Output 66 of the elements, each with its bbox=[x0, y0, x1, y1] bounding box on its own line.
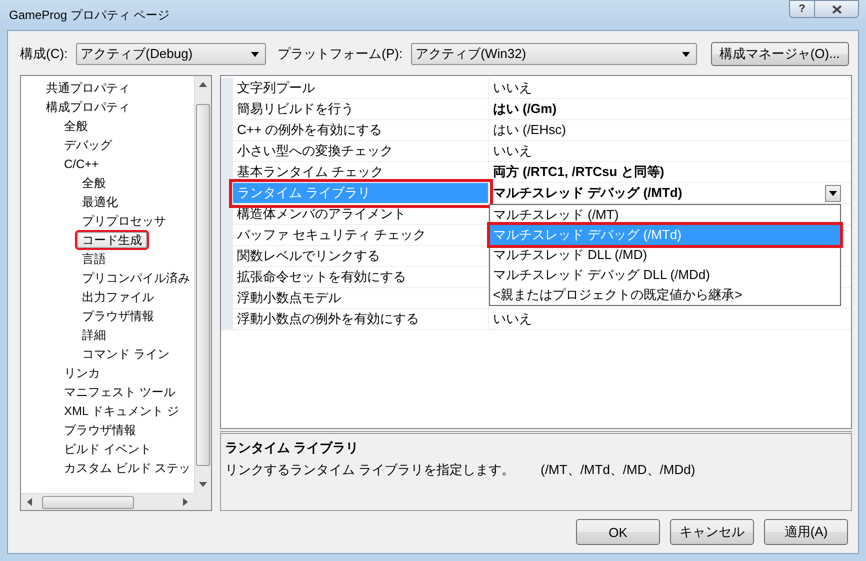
dropdown-option[interactable]: マルチスレッド デバッグ DLL (/MDd) bbox=[490, 265, 840, 285]
tree-item[interactable]: XML ドキュメント ジ bbox=[59, 402, 184, 418]
close-icon bbox=[832, 4, 842, 14]
tree-item[interactable]: プリプロセッサ bbox=[77, 212, 171, 228]
horizontal-scrollbar[interactable] bbox=[21, 493, 194, 510]
tree-item[interactable]: ブラウザ情報 bbox=[59, 422, 141, 438]
tree-item[interactable]: 詳細 bbox=[77, 326, 111, 342]
dropdown-option[interactable]: マルチスレッド DLL (/MD) bbox=[490, 245, 840, 265]
tree-item[interactable]: 最適化 bbox=[77, 194, 123, 210]
tree-item[interactable]: マニフェスト ツール bbox=[59, 384, 180, 400]
tree-item[interactable]: C/C++ bbox=[59, 156, 104, 172]
dropdown-option[interactable]: マルチスレッド (/MT) bbox=[490, 205, 840, 225]
dialog-button[interactable]: 適用(A) bbox=[764, 519, 848, 545]
scroll-up-icon bbox=[199, 82, 207, 87]
tree-item[interactable]: 出力ファイル bbox=[77, 288, 159, 304]
dialog-button[interactable]: キャンセル bbox=[670, 519, 754, 545]
tree-item[interactable]: コマンド ライン bbox=[77, 346, 174, 362]
caret-icon bbox=[829, 190, 837, 196]
help-button[interactable]: ? bbox=[789, 0, 815, 18]
row-gutter bbox=[221, 78, 233, 99]
property-name[interactable]: 拡張命令セットを有効にする bbox=[233, 267, 489, 288]
scroll-right-icon bbox=[183, 498, 188, 506]
tree-item[interactable]: 全般 bbox=[59, 118, 93, 134]
dropdown-button[interactable] bbox=[825, 184, 841, 202]
tree-item[interactable]: 共通プロパティ bbox=[41, 80, 135, 96]
tree-item[interactable]: 構成プロパティ bbox=[41, 98, 135, 114]
tree-item[interactable]: ビルド イベント bbox=[59, 440, 156, 456]
caret-icon bbox=[682, 52, 690, 56]
property-name[interactable]: C++ の例外を有効にする bbox=[233, 120, 489, 141]
tree-item[interactable]: デバッグ bbox=[59, 136, 117, 152]
tree-item[interactable]: プリコンパイル済み bbox=[77, 270, 194, 286]
scroll-down-icon bbox=[199, 482, 207, 487]
tree-item[interactable]: 全般 bbox=[77, 174, 111, 190]
caret-icon bbox=[250, 52, 259, 56]
tree-item[interactable]: ブラウザ情報 bbox=[77, 308, 159, 324]
property-value[interactable]: はい (/EHsc) bbox=[489, 120, 851, 141]
property-value[interactable]: 両方 (/RTC1, /RTCsu と同等) bbox=[489, 162, 851, 183]
property-value[interactable]: いいえ bbox=[489, 141, 851, 162]
property-name[interactable]: 浮動小数点の例外を有効にする bbox=[233, 309, 489, 330]
platform-dropdown[interactable]: アクティブ(Win32) bbox=[410, 43, 697, 65]
config-manager-button[interactable]: 構成マネージャ(O)... bbox=[710, 42, 849, 66]
property-value[interactable]: いいえ bbox=[489, 78, 851, 99]
property-name[interactable]: 構造体メンバのアライメント bbox=[233, 204, 489, 225]
property-name[interactable]: 小さい型への変換チェック bbox=[233, 141, 489, 162]
window-title: GameProg プロパティ ページ bbox=[8, 6, 170, 24]
description-text: リンクするランタイム ライブラリを指定します。 (/MT、/MTd、/MD、/MDd) bbox=[225, 461, 696, 479]
dropdown-option[interactable]: <親またはプロジェクトの既定値から継承> bbox=[490, 285, 840, 305]
property-name[interactable]: 文字列プール bbox=[233, 78, 489, 99]
config-dropdown[interactable]: アクティブ(Debug) bbox=[76, 43, 266, 65]
scroll-left-icon bbox=[27, 498, 32, 506]
property-value[interactable]: はい (/Gm) bbox=[489, 99, 851, 120]
property-name[interactable]: 簡易リビルドを行う bbox=[233, 99, 489, 120]
tree-item[interactable]: コード生成 bbox=[77, 232, 147, 248]
tree-item[interactable]: カスタム ビルド ステッ bbox=[59, 460, 194, 476]
tree-item[interactable]: 言語 bbox=[77, 250, 111, 266]
property-name[interactable]: 浮動小数点モデル bbox=[233, 288, 489, 309]
row-gutter bbox=[221, 309, 233, 330]
description-title: ランタイム ライブラリ bbox=[225, 439, 360, 457]
platform-label: プラットフォーム(P): bbox=[278, 45, 403, 63]
dialog-button[interactable]: OK bbox=[576, 519, 660, 545]
close-button[interactable] bbox=[815, 0, 859, 18]
vertical-scrollbar[interactable] bbox=[194, 76, 211, 493]
tree-item[interactable]: リンカ bbox=[59, 364, 105, 380]
property-value[interactable]: いいえ bbox=[489, 309, 851, 330]
property-name[interactable]: 関数レベルでリンクする bbox=[233, 246, 489, 267]
config-label: 構成(C): bbox=[20, 45, 68, 63]
